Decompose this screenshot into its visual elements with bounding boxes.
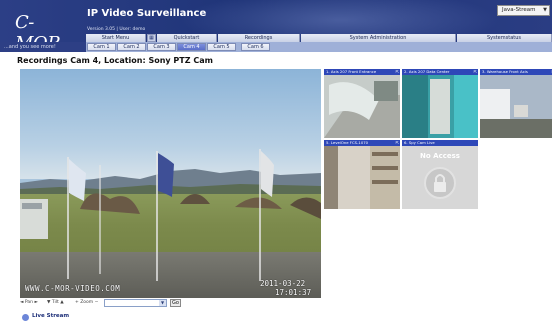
slogan-area: ...and you see more! bbox=[0, 42, 86, 52]
chevron-down-icon: ▼ bbox=[543, 7, 547, 13]
thumbnail-title: 6. Spy Cam Live bbox=[402, 140, 478, 146]
flagpoles bbox=[67, 149, 274, 281]
tab-cam-5[interactable]: Cam 5 bbox=[207, 43, 236, 51]
chevron-down-icon: ▼ bbox=[159, 300, 166, 306]
header-bar: C-MOR IP Video Surveillance Version 3.05… bbox=[0, 0, 552, 43]
main-menu: Start Menu ▦ Quickstart Recordings Syste… bbox=[86, 34, 552, 42]
logo[interactable]: C-MOR bbox=[9, 4, 79, 43]
thumbnail-cam-5[interactable]: 5. LevelOne FCS-1070 ⇱ bbox=[324, 140, 400, 209]
live-stream-icon bbox=[22, 314, 29, 321]
thumbnail-image-datacenter bbox=[402, 75, 478, 138]
tab-cam-2[interactable]: Cam 2 bbox=[117, 43, 146, 51]
video-time: 17:01:37 bbox=[275, 288, 312, 297]
logo-slogan: ...and you see more! bbox=[4, 44, 56, 50]
preset-select[interactable]: ▼ bbox=[104, 299, 167, 307]
app-root: C-MOR IP Video Surveillance Version 3.05… bbox=[0, 0, 552, 325]
menu-recordings[interactable]: Recordings bbox=[218, 34, 300, 42]
lock-glyph bbox=[434, 174, 446, 192]
menu-start[interactable]: Start Menu bbox=[86, 34, 146, 42]
grid-view-icon[interactable]: ▦ bbox=[147, 34, 156, 42]
pan-control[interactable]: ◄ Pan ► bbox=[20, 300, 38, 305]
ptz-controls: ◄ Pan ► ▼ Tilt ▲ + Zoom − ▼ Go bbox=[20, 299, 200, 308]
thumbnail-cam-1[interactable]: 1. Axis 207 Front Entrance ⇱ bbox=[324, 69, 400, 138]
camera-tab-bar: ...and you see more! Cam 1 Cam 2 Cam 3 C… bbox=[0, 42, 552, 52]
menu-quickstart[interactable]: Quickstart bbox=[157, 34, 217, 42]
tab-cam-1[interactable]: Cam 1 bbox=[87, 43, 116, 51]
page-title: Recordings Cam 4, Location: Sony PTZ Cam bbox=[17, 56, 213, 65]
main-video-frame[interactable]: WWW.C-MOR-VIDEO.COM 2011-03-22 17:01:37 bbox=[20, 69, 321, 298]
thumbnail-image-warehouse bbox=[480, 75, 552, 138]
tab-cam-6[interactable]: Cam 6 bbox=[241, 43, 270, 51]
video-watermark: WWW.C-MOR-VIDEO.COM bbox=[25, 284, 121, 293]
thumbnail-cam-2[interactable]: 2. Axis 207 Data Center ⇱ bbox=[402, 69, 478, 138]
menu-system-administration[interactable]: System Administration bbox=[301, 34, 456, 42]
tab-cam-3[interactable]: Cam 3 bbox=[147, 43, 176, 51]
thumbnail-cam-6[interactable]: 6. Spy Cam Live No Access bbox=[402, 140, 478, 209]
lock-icon bbox=[424, 167, 456, 199]
stream-type-select[interactable]: Java-Stream ▼ bbox=[497, 5, 550, 16]
logo-text: C-MOR bbox=[15, 12, 61, 43]
thumbnail-image-office bbox=[324, 146, 400, 209]
go-button[interactable]: Go bbox=[170, 299, 181, 307]
video-date: 2011-03-22 bbox=[260, 279, 306, 288]
version-info: Version 3.05 | User: demo bbox=[87, 27, 146, 32]
menu-systemstatus[interactable]: Systemstatus bbox=[457, 34, 552, 42]
zoom-control[interactable]: + Zoom − bbox=[75, 300, 98, 305]
stream-type-value: Java-Stream bbox=[502, 7, 536, 13]
thumbnail-image-entrance bbox=[324, 75, 400, 138]
thumbnail-cam-3[interactable]: 3. Warehouse Front Axis⇱ bbox=[480, 69, 552, 138]
tilt-control[interactable]: ▼ Tilt ▲ bbox=[47, 300, 64, 305]
live-stream-label: Live Stream bbox=[32, 313, 70, 319]
no-access-label: No Access bbox=[420, 152, 460, 160]
app-title: IP Video Surveillance bbox=[87, 8, 207, 19]
tab-cam-4[interactable]: Cam 4 bbox=[177, 43, 206, 51]
